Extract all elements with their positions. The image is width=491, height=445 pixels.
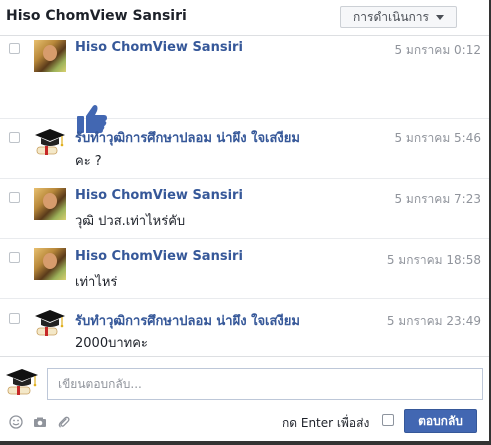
message-row: รับทำวุฒิการศึกษาปลอม น่าผึง ใจเสงียม 5 … (0, 299, 489, 356)
message-timestamp: 5 มกราคม 0:12 (394, 43, 481, 57)
graduation-cap-icon[interactable] (34, 126, 66, 158)
bottom-edge (0, 441, 491, 445)
message-timestamp: 5 มกราคม 7:23 (394, 192, 481, 206)
reply-input[interactable] (47, 368, 483, 400)
message-timestamp: 5 มกราคม 5:46 (394, 131, 481, 145)
camera-icon[interactable] (33, 415, 47, 429)
sender-name[interactable]: Hiso ChomView Sansiri (75, 249, 243, 264)
paperclip-icon[interactable] (57, 415, 71, 429)
sender-name[interactable]: รับทำวุฒิการศึกษาปลอม น่าผึง ใจเสงียม (75, 310, 300, 331)
message-text: คะ ? (75, 154, 102, 169)
sender-name[interactable]: รับทำวุฒิการศึกษาปลอม น่าผึง ใจเสงียม (75, 127, 300, 148)
conversation-title: Hiso ChomView Sansiri (6, 8, 187, 24)
message-row: Hiso ChomView Sansiri 5 มกราคม 0:12 (0, 36, 489, 133)
reply-button[interactable]: ตอบกลับ (404, 409, 477, 433)
message-row: Hiso ChomView Sansiri 5 มกราคม 7:23 วุฒิ… (0, 179, 489, 239)
message-select-checkbox[interactable] (9, 313, 20, 324)
composer-tools (9, 415, 71, 429)
message-text: วุฒิ ปวส.เท่าไหร่คับ (75, 214, 186, 229)
message-select-checkbox[interactable] (9, 43, 20, 54)
message-select-checkbox[interactable] (9, 132, 20, 143)
divider (0, 356, 489, 357)
chevron-down-icon (435, 14, 444, 20)
sender-name[interactable]: Hiso ChomView Sansiri (75, 40, 243, 55)
graduation-cap-icon[interactable] (34, 307, 66, 339)
enter-to-send-label: กด Enter เพื่อส่ง (282, 416, 370, 430)
graduation-cap-icon (6, 369, 38, 395)
avatar[interactable] (34, 248, 66, 280)
actions-label: การดำเนินการ (353, 9, 429, 24)
message-select-checkbox[interactable] (9, 252, 20, 263)
avatar[interactable] (34, 40, 66, 72)
conversation-header: Hiso ChomView Sansiri การดำเนินการ (0, 0, 489, 36)
message-text: เท่าไหร่ (75, 275, 118, 290)
message-row: Hiso ChomView Sansiri 5 มกราคม 18:58 เท่… (0, 239, 489, 299)
avatar[interactable] (34, 188, 66, 220)
message-timestamp: 5 มกราคม 18:58 (386, 253, 481, 267)
message-timestamp: 5 มกราคม 23:49 (386, 314, 481, 328)
message-text: 2000บาทคะ (75, 336, 148, 351)
enter-to-send-checkbox[interactable] (382, 414, 394, 426)
sender-name[interactable]: Hiso ChomView Sansiri (75, 188, 243, 203)
actions-dropdown-button[interactable]: การดำเนินการ (340, 6, 457, 28)
message-row: รับทำวุฒิการศึกษาปลอม น่าผึง ใจเสงียม 5 … (0, 119, 489, 179)
message-select-checkbox[interactable] (9, 192, 20, 203)
emoji-icon[interactable] (9, 415, 23, 429)
